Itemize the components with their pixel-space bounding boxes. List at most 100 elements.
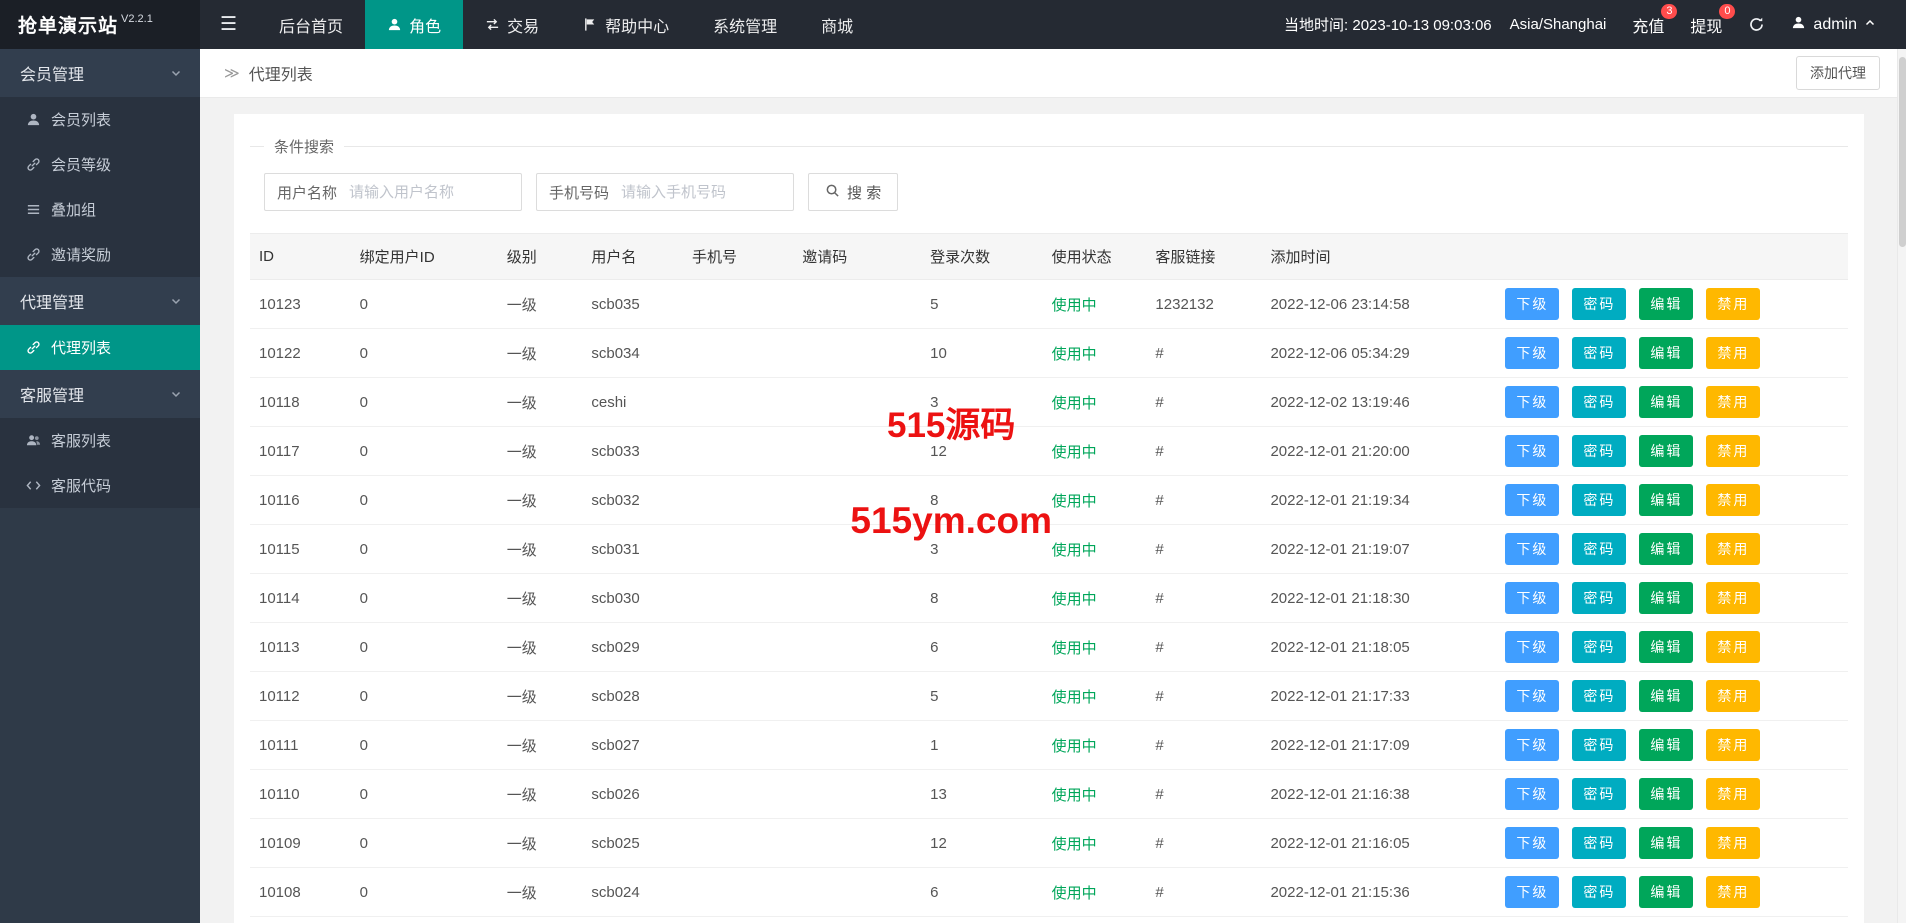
phone-label: 手机号码 <box>537 182 621 203</box>
disable-button[interactable]: 禁用 <box>1706 484 1760 516</box>
subordinate-button[interactable]: 下级 <box>1505 288 1559 320</box>
edit-button[interactable]: 编辑 <box>1639 729 1693 761</box>
subordinate-button[interactable]: 下级 <box>1505 337 1559 369</box>
nav-item-trade[interactable]: 交易 <box>463 0 561 49</box>
cell-status: 使用中 <box>1043 329 1147 378</box>
edit-button[interactable]: 编辑 <box>1639 288 1693 320</box>
cell-status: 使用中 <box>1043 280 1147 329</box>
sidebar-section-service[interactable]: 客服管理 <box>0 370 200 418</box>
column-header: 手机号 <box>683 234 793 280</box>
subordinate-button[interactable]: 下级 <box>1505 533 1559 565</box>
subordinate-button[interactable]: 下级 <box>1505 680 1559 712</box>
sidebar-item-agent-list[interactable]: 代理列表 <box>0 325 200 370</box>
edit-button[interactable]: 编辑 <box>1639 484 1693 516</box>
subordinate-button[interactable]: 下级 <box>1505 484 1559 516</box>
cell-service_link: # <box>1146 329 1261 378</box>
sidebar-item-member-level[interactable]: 会员等级 <box>0 142 200 187</box>
password-button[interactable]: 密码 <box>1572 729 1626 761</box>
password-button[interactable]: 密码 <box>1572 288 1626 320</box>
password-button[interactable]: 密码 <box>1572 337 1626 369</box>
hamburger-icon[interactable]: ☰ <box>200 0 257 49</box>
cell-login_count: 3 <box>921 378 1042 427</box>
password-button[interactable]: 密码 <box>1572 876 1626 908</box>
cell-created_at: 2022-12-01 21:15:36 <box>1261 868 1496 917</box>
cell-login_count: 5 <box>921 280 1042 329</box>
sidebar-section-title: 代理管理 <box>20 289 84 313</box>
refresh-icon[interactable] <box>1748 16 1765 33</box>
password-button[interactable]: 密码 <box>1572 631 1626 663</box>
logo[interactable]: 抢单演示站 V2.2.1 <box>0 0 200 49</box>
disable-button[interactable]: 禁用 <box>1706 778 1760 810</box>
recharge-link[interactable]: 充值 3 <box>1632 13 1664 37</box>
password-button[interactable]: 密码 <box>1572 435 1626 467</box>
add-agent-button[interactable]: 添加代理 <box>1796 56 1880 90</box>
password-button[interactable]: 密码 <box>1572 827 1626 859</box>
subordinate-button[interactable]: 下级 <box>1505 435 1559 467</box>
sidebar-item-invite-reward[interactable]: 邀请奖励 <box>0 232 200 277</box>
disable-button[interactable]: 禁用 <box>1706 533 1760 565</box>
edit-button[interactable]: 编辑 <box>1639 680 1693 712</box>
search-button[interactable]: 搜 索 <box>808 173 898 211</box>
password-button[interactable]: 密码 <box>1572 778 1626 810</box>
edit-button[interactable]: 编辑 <box>1639 778 1693 810</box>
disable-button[interactable]: 禁用 <box>1706 582 1760 614</box>
edit-button[interactable]: 编辑 <box>1639 876 1693 908</box>
subordinate-button[interactable]: 下级 <box>1505 631 1559 663</box>
edit-button[interactable]: 编辑 <box>1639 582 1693 614</box>
disable-button[interactable]: 禁用 <box>1706 876 1760 908</box>
phone-input[interactable] <box>621 184 793 201</box>
link-icon <box>26 157 41 172</box>
nav-item-roles[interactable]: 角色 <box>365 0 463 49</box>
cell-username: scb025 <box>582 819 683 868</box>
subordinate-button[interactable]: 下级 <box>1505 876 1559 908</box>
edit-button[interactable]: 编辑 <box>1639 533 1693 565</box>
cell-invite_code <box>793 378 921 427</box>
subordinate-button[interactable]: 下级 <box>1505 827 1559 859</box>
nav-item-mall[interactable]: 商城 <box>799 0 875 49</box>
cell-id: 10114 <box>250 574 351 623</box>
disable-button[interactable]: 禁用 <box>1706 288 1760 320</box>
subordinate-button[interactable]: 下级 <box>1505 582 1559 614</box>
list-icon <box>26 202 41 217</box>
disable-button[interactable]: 禁用 <box>1706 827 1760 859</box>
user-icon <box>26 112 41 127</box>
subordinate-button[interactable]: 下级 <box>1505 778 1559 810</box>
user-menu[interactable]: admin <box>1791 15 1876 35</box>
disable-button[interactable]: 禁用 <box>1706 729 1760 761</box>
disable-button[interactable]: 禁用 <box>1706 386 1760 418</box>
password-button[interactable]: 密码 <box>1572 680 1626 712</box>
password-button[interactable]: 密码 <box>1572 484 1626 516</box>
disable-button[interactable]: 禁用 <box>1706 680 1760 712</box>
subordinate-button[interactable]: 下级 <box>1505 729 1559 761</box>
edit-button[interactable]: 编辑 <box>1639 435 1693 467</box>
sidebar-section-agents[interactable]: 代理管理 <box>0 277 200 325</box>
nav-item-help-center[interactable]: 帮助中心 <box>561 0 691 49</box>
nav-item-home[interactable]: 后台首页 <box>257 0 365 49</box>
vertical-scrollbar[interactable] <box>1897 49 1906 923</box>
sidebar-item-overlay-group[interactable]: 叠加组 <box>0 187 200 232</box>
link-icon <box>26 247 41 262</box>
cell-phone <box>683 574 793 623</box>
password-button[interactable]: 密码 <box>1572 582 1626 614</box>
password-button[interactable]: 密码 <box>1572 386 1626 418</box>
nav-item-system[interactable]: 系统管理 <box>691 0 799 49</box>
disable-button[interactable]: 禁用 <box>1706 337 1760 369</box>
sidebar-item-service-code[interactable]: 客服代码 <box>0 463 200 508</box>
disable-button[interactable]: 禁用 <box>1706 435 1760 467</box>
sidebar-item-service-list[interactable]: 客服列表 <box>0 418 200 463</box>
edit-button[interactable]: 编辑 <box>1639 386 1693 418</box>
disable-button[interactable]: 禁用 <box>1706 631 1760 663</box>
sidebar-section-members[interactable]: 会员管理 <box>0 49 200 97</box>
username-input[interactable] <box>349 184 521 201</box>
subordinate-button[interactable]: 下级 <box>1505 386 1559 418</box>
sidebar-item-member-list[interactable]: 会员列表 <box>0 97 200 142</box>
scrollbar-thumb[interactable] <box>1899 57 1906 247</box>
edit-button[interactable]: 编辑 <box>1639 827 1693 859</box>
password-button[interactable]: 密码 <box>1572 533 1626 565</box>
withdraw-link[interactable]: 提现 0 <box>1690 13 1722 37</box>
edit-button[interactable]: 编辑 <box>1639 337 1693 369</box>
breadcrumb: 代理列表 <box>249 61 313 85</box>
cell-level: 一级 <box>498 672 583 721</box>
sidebar-item-label: 会员等级 <box>51 154 111 175</box>
edit-button[interactable]: 编辑 <box>1639 631 1693 663</box>
